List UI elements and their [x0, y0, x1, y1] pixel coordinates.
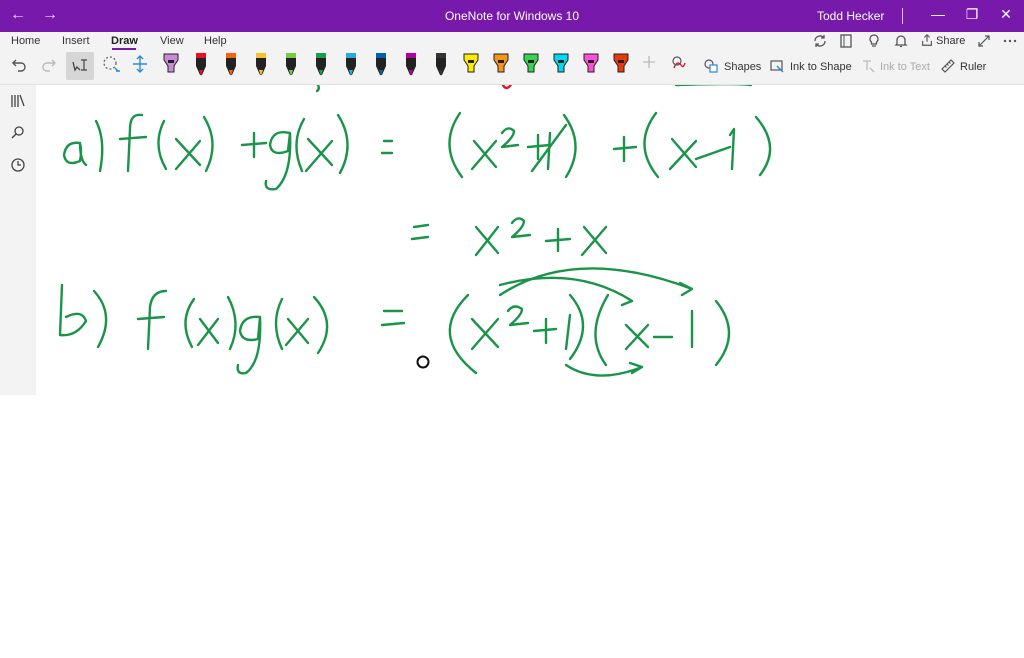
ink-canvas[interactable]	[36, 85, 1024, 658]
select-tool-button[interactable]	[66, 52, 94, 80]
ruler-icon[interactable]	[940, 58, 956, 74]
red-ink-stroke	[501, 85, 513, 90]
expand-icon[interactable]	[976, 33, 992, 49]
restore-icon[interactable]: ❐	[957, 6, 987, 23]
pen-9-icon[interactable]	[403, 52, 419, 78]
ink-to-shape-button[interactable]: Ink to Shape	[790, 61, 852, 73]
pen-2-icon[interactable]	[193, 52, 209, 78]
share-icon[interactable]	[920, 33, 934, 47]
pen-3-icon[interactable]	[223, 52, 239, 78]
highlighter-12-icon[interactable]	[493, 52, 509, 78]
ink-replay-icon[interactable]	[670, 54, 688, 72]
notebooks-icon[interactable]	[10, 93, 26, 109]
recent-notes-icon[interactable]	[10, 157, 26, 173]
undo-icon[interactable]	[11, 56, 27, 72]
title-separator	[902, 8, 903, 24]
minimize-icon[interactable]: —	[923, 6, 953, 22]
lasso-icon[interactable]	[101, 54, 121, 74]
highlighter-14-icon[interactable]	[553, 52, 569, 78]
shapes-icon[interactable]	[703, 58, 719, 74]
pen-6-icon[interactable]	[313, 52, 329, 78]
redo-icon[interactable]	[41, 56, 57, 72]
tab-view[interactable]: View	[160, 35, 184, 47]
bell-icon[interactable]	[893, 33, 909, 49]
handwritten-ink	[58, 85, 772, 377]
lasso-select-icon	[72, 59, 87, 72]
ink-to-shape-icon[interactable]	[769, 58, 785, 74]
tab-home[interactable]: Home	[11, 35, 40, 47]
add-pen-icon[interactable]	[641, 54, 657, 70]
pen-8-icon[interactable]	[373, 52, 389, 78]
pen-5-icon[interactable]	[283, 52, 299, 78]
highlighter-11-icon[interactable]	[463, 52, 479, 78]
tab-help[interactable]: Help	[204, 35, 227, 47]
lightbulb-icon[interactable]	[866, 33, 882, 49]
search-icon[interactable]	[10, 125, 26, 141]
tab-insert[interactable]: Insert	[62, 35, 90, 47]
more-options-icon[interactable]	[1002, 33, 1018, 49]
tab-draw[interactable]: Draw	[111, 35, 138, 47]
active-tab-indicator	[112, 48, 136, 50]
ribbon: Home Insert Draw View Help Share Shapes …	[0, 32, 1024, 85]
title-bar: ← → OneNote for Windows 10 Todd Hecker —…	[0, 0, 1024, 32]
highlighter-16-icon[interactable]	[613, 52, 629, 78]
highlighter-13-icon[interactable]	[523, 52, 539, 78]
highlighter-1-icon[interactable]	[163, 52, 179, 78]
shapes-button[interactable]: Shapes	[724, 61, 761, 73]
highlighter-15-icon[interactable]	[583, 52, 599, 78]
ink-to-text-icon[interactable]	[860, 58, 876, 74]
sync-icon[interactable]	[812, 33, 828, 49]
pen-7-icon[interactable]	[343, 52, 359, 78]
add-space-icon[interactable]	[131, 54, 149, 74]
share-button[interactable]: Share	[936, 35, 965, 47]
eraser-cursor	[416, 355, 430, 369]
user-name[interactable]: Todd Hecker	[817, 9, 884, 23]
close-icon[interactable]: ✕	[991, 6, 1021, 23]
notebook-icon[interactable]	[838, 33, 854, 49]
navigation-sidebar	[0, 85, 36, 395]
ruler-button[interactable]: Ruler	[960, 61, 986, 73]
ink-to-text-button[interactable]: Ink to Text	[880, 61, 930, 73]
pen-4-icon[interactable]	[253, 52, 269, 78]
pen-10-icon[interactable]	[433, 52, 449, 78]
